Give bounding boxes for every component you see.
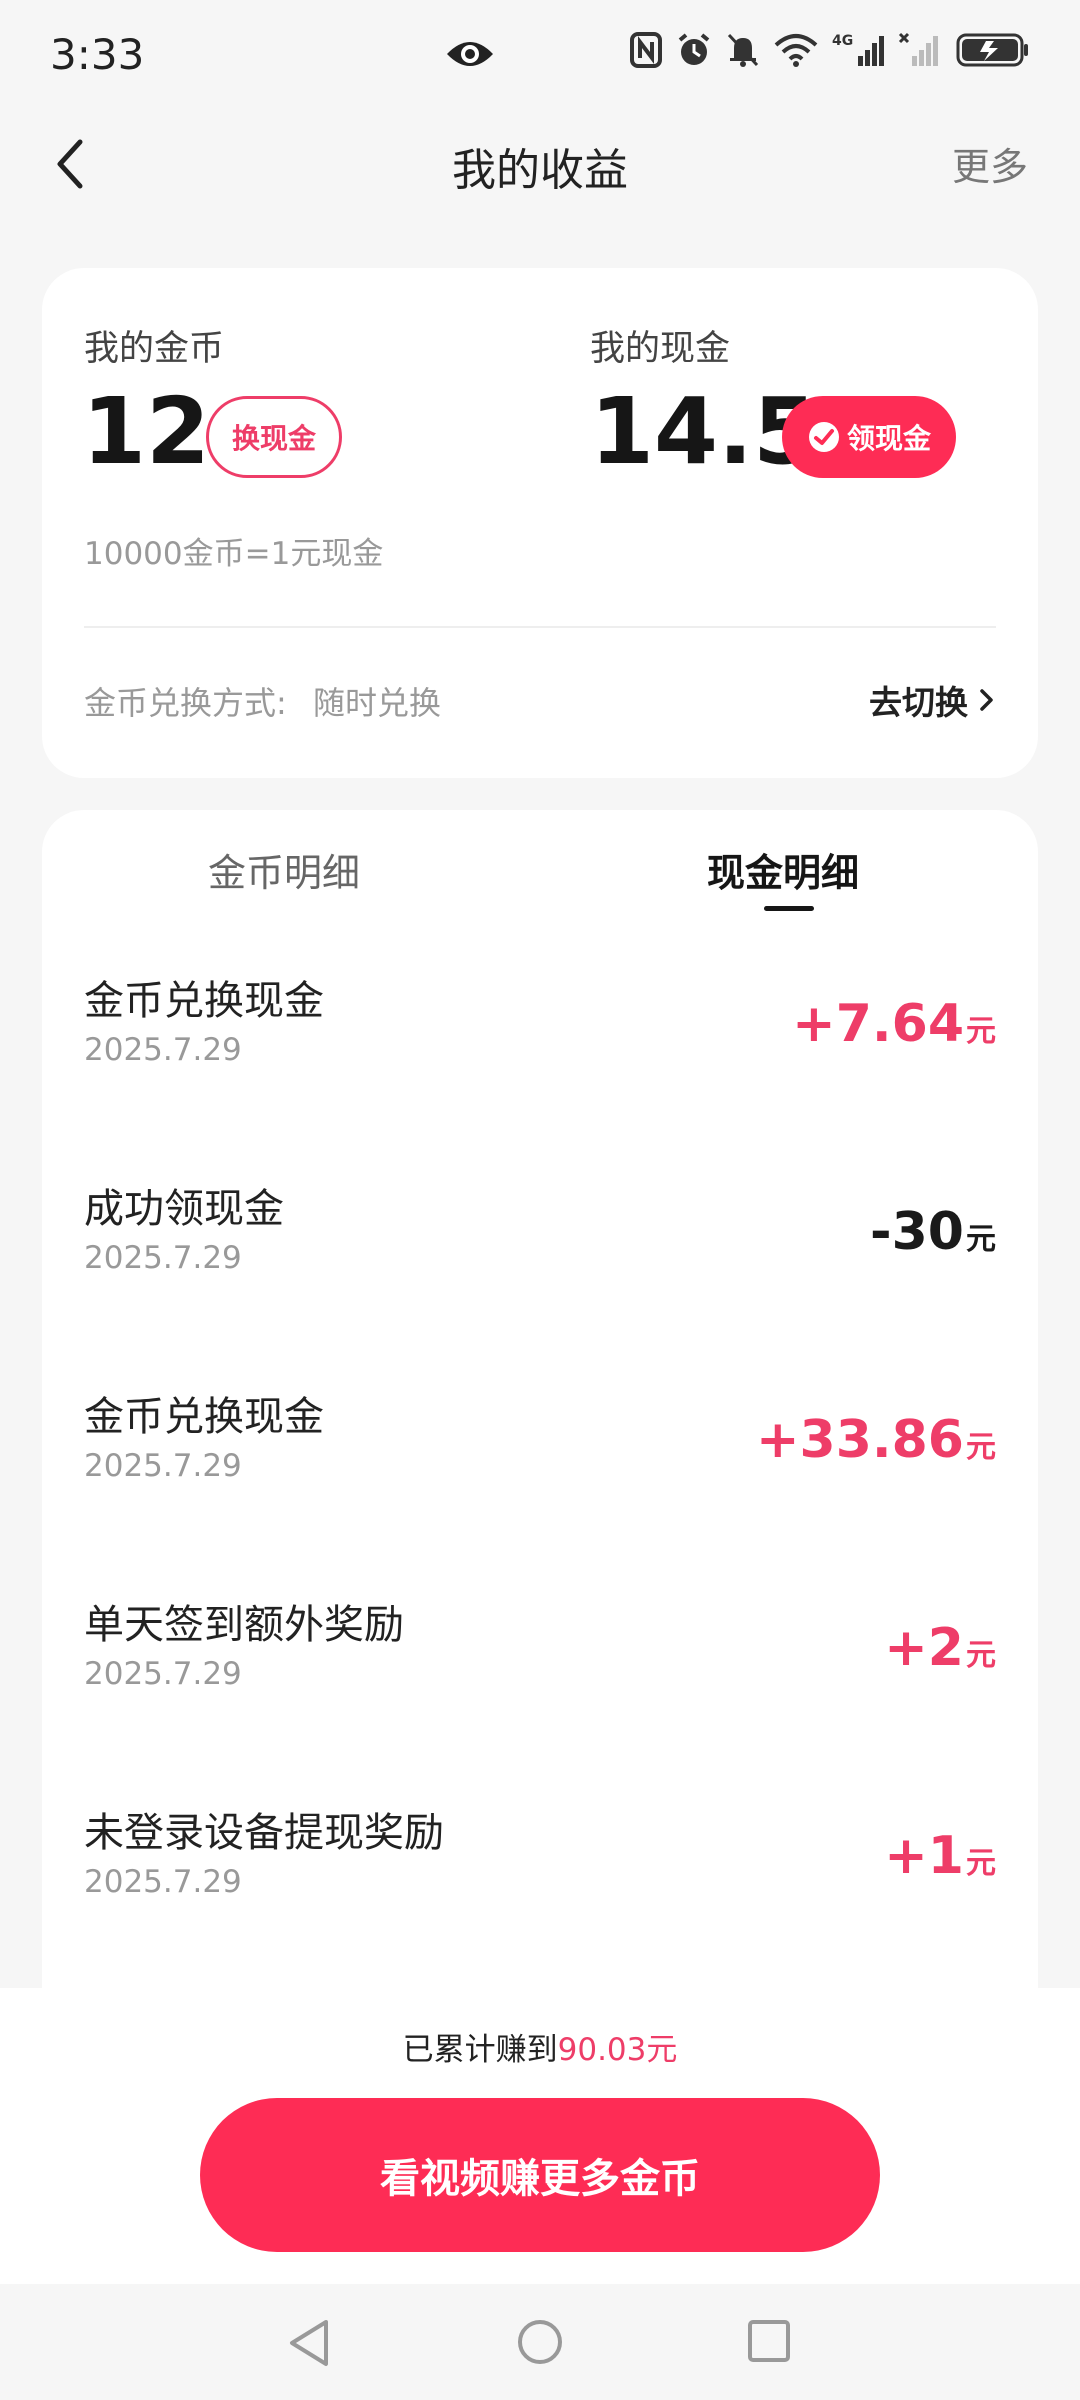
- active-tab-indicator: [764, 906, 814, 911]
- record-amount: +33.86 元: [756, 1410, 996, 1470]
- record-title: 未登录设备提现奖励: [84, 1810, 444, 1856]
- signal-icon: 4G: [832, 33, 884, 66]
- status-bar: 3:33 4G: [0, 0, 1080, 116]
- withdraw-cash-button[interactable]: 领现金: [782, 396, 956, 478]
- alarm-icon: [678, 33, 710, 65]
- cash-balance-label: 我的现金: [590, 329, 731, 369]
- amount-unit: 元: [966, 1846, 996, 1881]
- amount-unit: 元: [966, 1014, 996, 1049]
- withdraw-cash-label: 领现金: [846, 422, 931, 455]
- system-back-icon[interactable]: [286, 2318, 332, 2368]
- record-title: 金币兑换现金: [84, 1394, 324, 1440]
- record-title: 成功领现金: [84, 1186, 284, 1232]
- total-earned-text: 已累计赚到90.03元: [0, 2024, 1080, 2069]
- amount-value: +1: [884, 1826, 964, 1886]
- coin-balance-label: 我的金币: [84, 329, 225, 369]
- system-nav-bar: [0, 2284, 1080, 2400]
- exchange-rate-text: 10000金币=1元现金: [84, 536, 384, 572]
- page-title: 我的收益: [452, 145, 628, 196]
- eye-icon: [447, 42, 493, 66]
- record-date: 2025.7.29: [84, 1240, 242, 1276]
- switch-label: 去切换: [869, 683, 968, 722]
- exchange-mode-label: 金币兑换方式:: [84, 684, 287, 722]
- card-divider: [84, 626, 996, 628]
- record-item[interactable]: 金币兑换现金 2025.7.29 +33.86 元: [42, 1384, 1038, 1592]
- tab-cash-detail[interactable]: 现金明细: [707, 842, 859, 897]
- exchange-cash-button[interactable]: 换现金: [206, 396, 342, 478]
- total-earned-amount: 90.03元: [557, 2032, 678, 2068]
- record-item[interactable]: 成功领现金 2025.7.29 -30 元: [42, 1176, 1038, 1384]
- amount-unit: 元: [966, 1222, 996, 1257]
- record-amount: +1 元: [884, 1826, 996, 1886]
- watch-video-button[interactable]: 看视频赚更多金币: [200, 2098, 880, 2252]
- balance-card: 我的金币 12 换现金 我的现金 14.5 领现金 10000金币=1元现金 金…: [42, 268, 1038, 778]
- wifi-icon: [774, 34, 818, 67]
- system-home-icon[interactable]: [516, 2318, 564, 2366]
- screen: 3:33 4G 我的收益 更多 我的金币 12 换现金 我的现金 14.5 领现…: [0, 0, 1080, 2400]
- record-amount: +2 元: [884, 1618, 996, 1678]
- amount-value: +33.86: [755, 1410, 964, 1470]
- amount-value: +7.64: [792, 994, 964, 1054]
- svg-text:4G: 4G: [832, 33, 853, 49]
- status-time: 3:33: [50, 30, 145, 79]
- record-item[interactable]: 未登录设备提现奖励 2025.7.29 +1 元: [42, 1800, 1038, 2008]
- record-title: 单天签到额外奖励: [84, 1602, 404, 1648]
- exchange-mode-value: 随时兑换: [312, 684, 441, 722]
- amount-unit: 元: [966, 1638, 996, 1673]
- nav-bar: 我的收益 更多: [0, 116, 1080, 212]
- details-card: 金币明细 现金明细 金币兑换现金 2025.7.29 +7.64 元 成功领现金 …: [42, 810, 1038, 2010]
- bottom-panel: 已累计赚到90.03元 看视频赚更多金币: [0, 1988, 1080, 2284]
- mute-bell-icon: [727, 33, 759, 67]
- system-recents-icon[interactable]: [746, 2318, 792, 2364]
- record-item[interactable]: 单天签到额外奖励 2025.7.29 +2 元: [42, 1592, 1038, 1800]
- record-item[interactable]: 金币兑换现金 2025.7.29 +7.64 元: [42, 968, 1038, 1176]
- record-amount: +7.64 元: [792, 994, 996, 1054]
- amount-value: -30: [870, 1202, 964, 1262]
- tab-coin-detail[interactable]: 金币明细: [208, 842, 360, 897]
- more-button[interactable]: 更多: [952, 136, 1028, 191]
- record-amount: -30 元: [870, 1202, 996, 1262]
- record-date: 2025.7.29: [84, 1448, 242, 1484]
- wechat-icon: [808, 422, 839, 452]
- amount-value: +2: [884, 1618, 964, 1678]
- status-icons: 4G: [630, 32, 1030, 68]
- record-title: 金币兑换现金: [84, 978, 324, 1024]
- switch-exchange-mode-button[interactable]: 去切换: [869, 676, 996, 724]
- record-date: 2025.7.29: [84, 1864, 242, 1900]
- coin-balance-value: 12: [82, 378, 211, 485]
- record-date: 2025.7.29: [84, 1032, 242, 1068]
- chevron-right-icon: [980, 689, 993, 711]
- record-date: 2025.7.29: [84, 1656, 242, 1692]
- signal-secondary-icon: [898, 32, 938, 66]
- battery-icon: [956, 33, 1028, 67]
- exchange-mode-text: 金币兑换方式: 随时兑换: [84, 678, 441, 724]
- amount-unit: 元: [966, 1430, 996, 1465]
- nfc-icon: [630, 32, 662, 68]
- total-earned-prefix: 已累计赚到: [402, 2032, 558, 2068]
